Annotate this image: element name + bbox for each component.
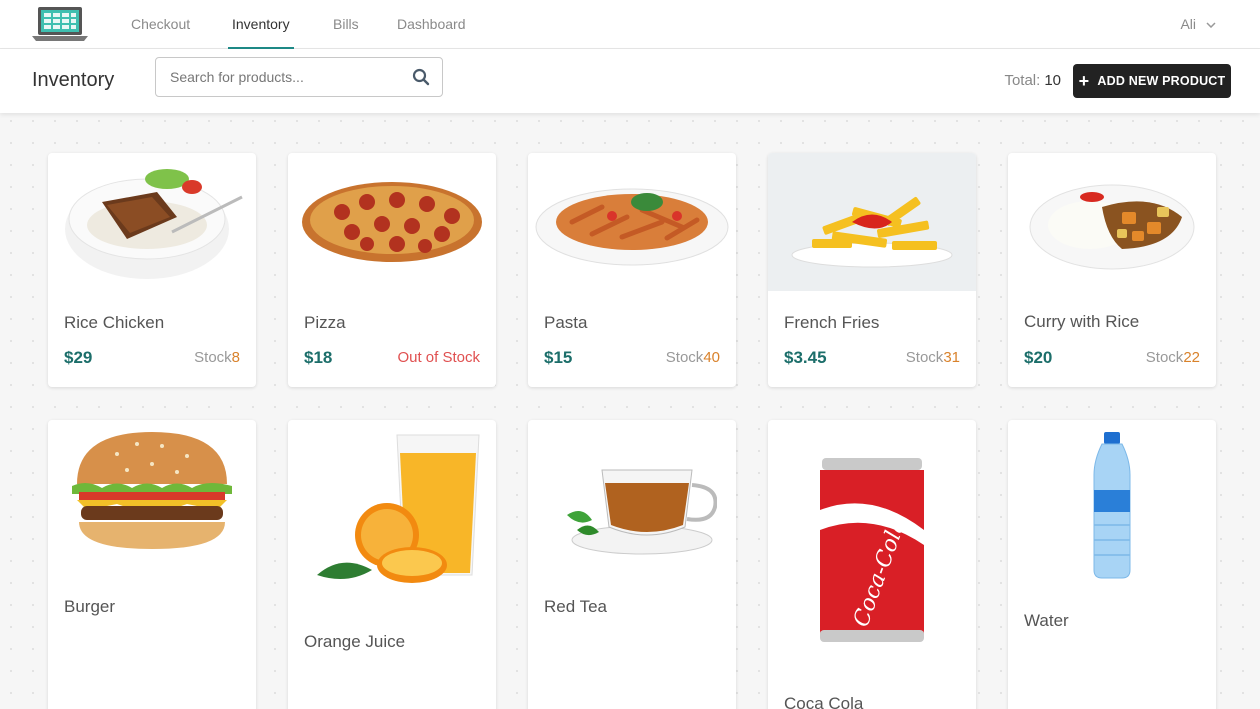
stock-label: Stock (905, 349, 944, 366)
search-input[interactable] (170, 58, 405, 96)
plus-icon: + (1078, 71, 1090, 91)
product-stock: Out of Stock (397, 349, 480, 366)
stock-label: Stock (1145, 349, 1184, 366)
product-name: Orange Juice (304, 632, 406, 651)
user-name: Ali (1180, 16, 1196, 32)
orange-juice-image (288, 420, 496, 600)
product-name: Burger (64, 597, 116, 616)
stock-quantity: 22 (1183, 349, 1200, 366)
tab-checkout[interactable]: Checkout (131, 0, 190, 49)
tab-bills[interactable]: Bills (333, 0, 359, 49)
total-count: Total: 10 (1004, 72, 1061, 89)
curry-rice-image (1008, 153, 1216, 291)
tab-inventory[interactable]: Inventory (228, 0, 294, 49)
product-name: Water (1024, 611, 1069, 630)
product-stock: Stock40 (666, 349, 720, 366)
pizza-image (288, 153, 496, 291)
product-card[interactable]: Rice Chicken $29 Stock8 (48, 153, 256, 387)
page-title: Inventory (32, 69, 115, 91)
search-icon[interactable] (412, 68, 430, 86)
product-name: Coca Cola (784, 694, 864, 709)
product-card[interactable]: Coca-Cola Coca Cola (768, 420, 976, 709)
toolbar: Inventory Total:10 + ADD NEW PRODUCT (0, 49, 1260, 113)
laptop-logo-icon[interactable] (32, 5, 88, 43)
stock-quantity: 31 (943, 349, 960, 366)
product-price: $3.45 (784, 348, 827, 367)
product-name: Pizza (304, 313, 346, 332)
product-price: $20 (1024, 348, 1053, 367)
total-label: Total: (1004, 72, 1041, 89)
product-name: Rice Chicken (64, 313, 165, 332)
stock-label: Out of Stock (397, 349, 480, 366)
search-box[interactable] (155, 57, 443, 97)
product-card[interactable]: Pizza $18 Out of Stock (288, 153, 496, 387)
product-card[interactable]: Red Tea (528, 420, 736, 709)
product-price: $15 (544, 348, 573, 367)
rice-chicken-image (48, 153, 256, 291)
product-stock: Stock31 (906, 349, 960, 366)
product-card[interactable]: Water (1008, 420, 1216, 709)
french-fries-image (768, 153, 976, 291)
product-card[interactable]: Burger (48, 420, 256, 709)
add-button-label: ADD NEW PRODUCT (1097, 74, 1226, 88)
red-tea-image (528, 420, 736, 580)
total-value: 10 (1044, 72, 1061, 89)
burger-image (48, 420, 256, 558)
product-name: Red Tea (544, 597, 608, 616)
product-price: $18 (304, 348, 333, 367)
user-menu[interactable]: Ali (1180, 0, 1216, 49)
product-price: $29 (64, 348, 93, 367)
coca-cola-image: Coca-Cola (768, 420, 976, 680)
tab-dashboard[interactable]: Dashboard (397, 0, 466, 49)
stock-quantity: 40 (703, 349, 720, 366)
product-card[interactable]: Orange Juice (288, 420, 496, 709)
stock-label: Stock (194, 349, 232, 366)
product-stock: Stock22 (1146, 349, 1200, 366)
top-nav: Checkout Inventory Bills Dashboard Ali (0, 0, 1260, 49)
stock-quantity: 8 (231, 349, 240, 366)
stock-label: Stock (665, 349, 704, 366)
pasta-image (528, 153, 736, 291)
product-card[interactable]: Curry with Rice $20 Stock22 (1008, 153, 1216, 387)
product-name: French Fries (784, 313, 880, 332)
product-card[interactable]: Pasta $15 Stock40 (528, 153, 736, 387)
add-new-product-button[interactable]: + ADD NEW PRODUCT (1073, 64, 1231, 98)
product-card[interactable]: French Fries $3.45 Stock31 (768, 153, 976, 387)
water-bottle-image (1008, 420, 1216, 590)
chevron-down-icon (1206, 22, 1216, 29)
product-stock: Stock8 (194, 349, 240, 366)
product-name: Curry with Rice (1024, 312, 1140, 331)
product-name: Pasta (544, 313, 588, 332)
